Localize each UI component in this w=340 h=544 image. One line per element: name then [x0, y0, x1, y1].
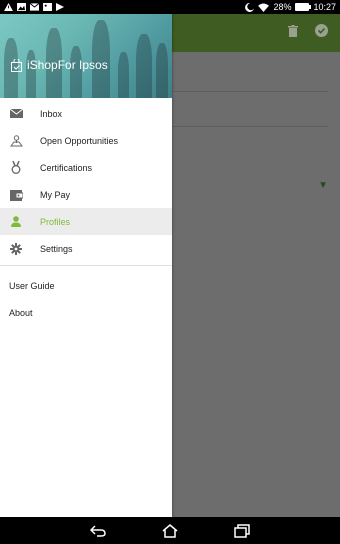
map-pin-icon: [9, 134, 23, 148]
menu-item-label: Profiles: [40, 216, 71, 227]
brand-logo: iShopFor Ipsos: [11, 58, 108, 72]
photo-icon: [17, 3, 26, 11]
menu-item-label: My Pay: [40, 189, 71, 200]
battery-icon: [295, 3, 312, 11]
status-bar: 28% 10:27: [0, 0, 340, 14]
menu-item-certifications[interactable]: Certifications: [0, 154, 172, 181]
person-icon: [9, 215, 23, 229]
drawer-header: iShopFor Ipsos: [0, 14, 172, 98]
menu-item-user-guide[interactable]: User Guide: [0, 272, 172, 299]
check-circle-icon[interactable]: [315, 24, 328, 40]
divider: [172, 91, 328, 92]
menu-item-label: Open Opportunities: [40, 135, 119, 146]
drawer-secondary-menu: User Guide About: [0, 272, 172, 326]
medal-icon: [9, 161, 23, 175]
home-icon[interactable]: [162, 523, 178, 538]
header-background-image: [0, 14, 172, 98]
menu-item-settings[interactable]: Settings: [0, 235, 172, 262]
system-nav-bar: [0, 517, 340, 544]
menu-item-label: About: [9, 307, 33, 318]
trash-icon[interactable]: [288, 24, 298, 40]
drawer-menu: Inbox Open Opportunities Certifications …: [0, 100, 172, 262]
menu-item-label: Inbox: [40, 108, 63, 119]
menu-item-inbox[interactable]: Inbox: [0, 100, 172, 127]
gear-icon: [9, 242, 23, 256]
moon-icon: [245, 2, 255, 12]
menu-item-label: User Guide: [9, 280, 55, 291]
mail-notif-icon: [30, 3, 39, 11]
menu-item-label: Settings: [40, 243, 73, 254]
brand-name: iShopFor Ipsos: [27, 58, 108, 72]
menu-divider: [0, 265, 172, 266]
notification-icons: [4, 3, 64, 11]
warning-icon: [4, 3, 13, 11]
wifi-icon: [258, 2, 270, 12]
recent-apps-icon[interactable]: [234, 523, 250, 538]
back-icon[interactable]: [90, 524, 106, 537]
play-store-icon: [56, 3, 64, 11]
dropdown-arrow-icon[interactable]: ▼: [318, 180, 328, 191]
menu-item-about[interactable]: About: [0, 299, 172, 326]
battery-percent: 28%: [273, 2, 292, 12]
divider: [172, 126, 328, 127]
system-icons: 28% 10:27: [245, 2, 336, 12]
image-icon: [43, 3, 52, 11]
shopping-bag-icon: [11, 58, 22, 72]
menu-item-label: Certifications: [40, 162, 93, 173]
wallet-icon: [9, 188, 23, 202]
navigation-drawer: iShopFor Ipsos Inbox Open Opportunities …: [0, 14, 172, 517]
menu-item-profiles[interactable]: Profiles: [0, 208, 172, 235]
mail-icon: [9, 107, 23, 121]
clock: 10:27: [313, 2, 336, 12]
menu-item-my-pay[interactable]: My Pay: [0, 181, 172, 208]
menu-item-open-opportunities[interactable]: Open Opportunities: [0, 127, 172, 154]
